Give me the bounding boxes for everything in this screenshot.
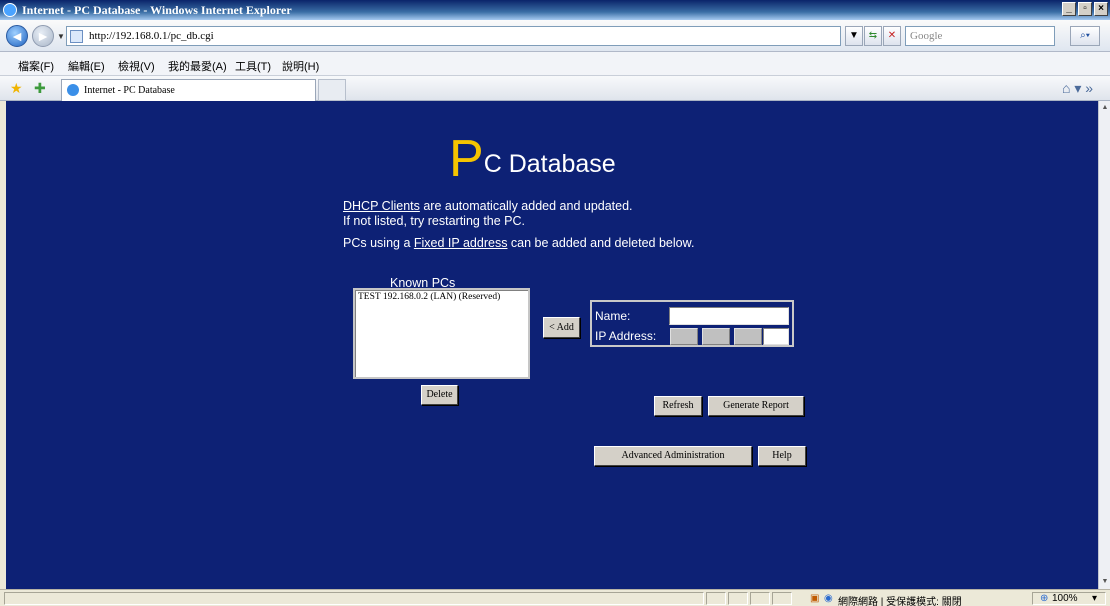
ip-octet-3-field bbox=[734, 328, 762, 345]
page-title: PC Database bbox=[449, 129, 616, 189]
ie-tab-icon bbox=[67, 84, 79, 96]
generate-report-button[interactable]: Generate Report bbox=[708, 396, 804, 416]
favorites-star-icon[interactable]: ★ bbox=[10, 80, 23, 97]
help-button[interactable]: Help bbox=[758, 446, 806, 466]
tab-bar: ★ ✚ Internet - PC Database ⌂ ▾ » bbox=[0, 76, 1110, 101]
list-item[interactable]: TEST 192.168.0.2 (LAN) (Reserved) bbox=[358, 292, 500, 302]
page-content: PC Database DHCP Clients are automatical… bbox=[6, 101, 1098, 589]
menu-help[interactable]: 說明(H) bbox=[282, 58, 319, 74]
menu-file[interactable]: 檔案(F) bbox=[18, 58, 54, 74]
search-placeholder: Google bbox=[910, 30, 943, 42]
status-cell bbox=[706, 592, 726, 605]
dhcp-info-line: DHCP Clients are automatically added and… bbox=[343, 199, 633, 213]
ie-logo-icon bbox=[3, 3, 17, 17]
back-button[interactable]: ◄ bbox=[6, 25, 28, 47]
page-title-initial: P bbox=[449, 130, 484, 188]
menu-bar: 檔案(F) 編輯(E) 檢視(V) 我的最愛(A) 工具(T) 說明(H) bbox=[0, 52, 1110, 76]
window-title: Internet - PC Database - Windows Interne… bbox=[22, 3, 292, 17]
page-icon bbox=[70, 30, 83, 43]
ip-octet-4-input[interactable] bbox=[763, 328, 789, 345]
search-icon[interactable]: ⌕▾ bbox=[1070, 26, 1100, 46]
menu-favorites[interactable]: 我的最愛(A) bbox=[168, 58, 227, 74]
delete-button[interactable]: Delete bbox=[421, 385, 458, 405]
menu-tools[interactable]: 工具(T) bbox=[235, 58, 271, 74]
tab-pc-database[interactable]: Internet - PC Database bbox=[61, 79, 316, 101]
refresh-button[interactable]: Refresh bbox=[654, 396, 702, 416]
add-favorites-icon[interactable]: ✚ bbox=[34, 80, 46, 97]
ip-octet-2-field bbox=[702, 328, 730, 345]
status-message-cell bbox=[4, 592, 704, 605]
zoom-icon: ⊕ bbox=[1040, 593, 1049, 604]
history-dropdown-icon[interactable]: ▼ bbox=[57, 32, 65, 41]
search-input[interactable]: Google bbox=[905, 26, 1055, 46]
minimize-button[interactable]: _ bbox=[1062, 2, 1076, 16]
stop-icon[interactable]: ✕ bbox=[883, 26, 901, 46]
menu-edit[interactable]: 編輯(E) bbox=[68, 58, 105, 74]
address-bar: ◄ ► ▼ http://192.168.0.1/pc_db.cgi ▼ ⇆ ✕… bbox=[0, 20, 1110, 52]
fixed-ip-link[interactable]: Fixed IP address bbox=[414, 236, 508, 250]
ip-octet-1-field bbox=[670, 328, 698, 345]
tab-label: Internet - PC Database bbox=[84, 85, 175, 96]
dhcp-info-text: are automatically added and updated. bbox=[419, 199, 633, 213]
url-dropdown-icon[interactable]: ▼ bbox=[845, 26, 863, 46]
url-text: http://192.168.0.1/pc_db.cgi bbox=[89, 30, 214, 42]
name-label: Name: bbox=[595, 309, 631, 323]
dhcp-clients-link[interactable]: DHCP Clients bbox=[343, 199, 420, 213]
home-icon[interactable]: ⌂ ▾ » bbox=[1062, 80, 1093, 97]
status-bar: ▣ ◉ 網際網路 | 受保護模式: 關閉 ⊕ 100% ▾ bbox=[0, 589, 1110, 606]
zone-status-text[interactable]: 網際網路 | 受保護模式: 關閉 bbox=[838, 593, 962, 606]
name-input[interactable] bbox=[669, 307, 789, 325]
status-cell bbox=[750, 592, 770, 605]
refresh-icon[interactable]: ⇆ bbox=[864, 26, 882, 46]
zoom-dropdown-icon[interactable]: ▾ bbox=[1092, 593, 1097, 604]
fixed-ip-suffix: can be added and deleted below. bbox=[507, 236, 695, 250]
advanced-administration-button[interactable]: Advanced Administration bbox=[594, 446, 752, 466]
scroll-up-icon[interactable]: ▲ bbox=[1100, 103, 1110, 113]
status-cell bbox=[772, 592, 792, 605]
fixed-ip-prefix: PCs using a bbox=[343, 236, 414, 250]
zoom-level[interactable]: 100% bbox=[1052, 593, 1078, 604]
new-tab-button[interactable] bbox=[318, 79, 346, 101]
fixed-ip-line: PCs using a Fixed IP address can be adde… bbox=[343, 236, 694, 250]
url-field[interactable]: http://192.168.0.1/pc_db.cgi bbox=[66, 26, 841, 46]
add-button[interactable]: < Add bbox=[543, 317, 580, 338]
menu-view[interactable]: 檢視(V) bbox=[118, 58, 155, 74]
known-pcs-list[interactable]: TEST 192.168.0.2 (LAN) (Reserved) bbox=[353, 288, 530, 379]
protected-mode-icon[interactable]: ▣ bbox=[810, 593, 819, 604]
ip-address-label: IP Address: bbox=[595, 329, 657, 343]
globe-icon: ◉ bbox=[824, 593, 833, 604]
title-bar: Internet - PC Database - Windows Interne… bbox=[0, 0, 1110, 20]
close-button[interactable]: × bbox=[1094, 2, 1108, 16]
forward-button[interactable]: ► bbox=[32, 25, 54, 47]
scroll-down-icon[interactable]: ▼ bbox=[1100, 577, 1110, 587]
vertical-scrollbar[interactable]: ▲ ▼ bbox=[1098, 101, 1110, 589]
status-cell bbox=[728, 592, 748, 605]
maximize-button[interactable]: ▫ bbox=[1078, 2, 1092, 16]
page-title-rest: C Database bbox=[483, 150, 616, 178]
window-controls: _ ▫ × bbox=[1062, 2, 1108, 16]
restart-hint: If not listed, try restarting the PC. bbox=[343, 214, 526, 228]
